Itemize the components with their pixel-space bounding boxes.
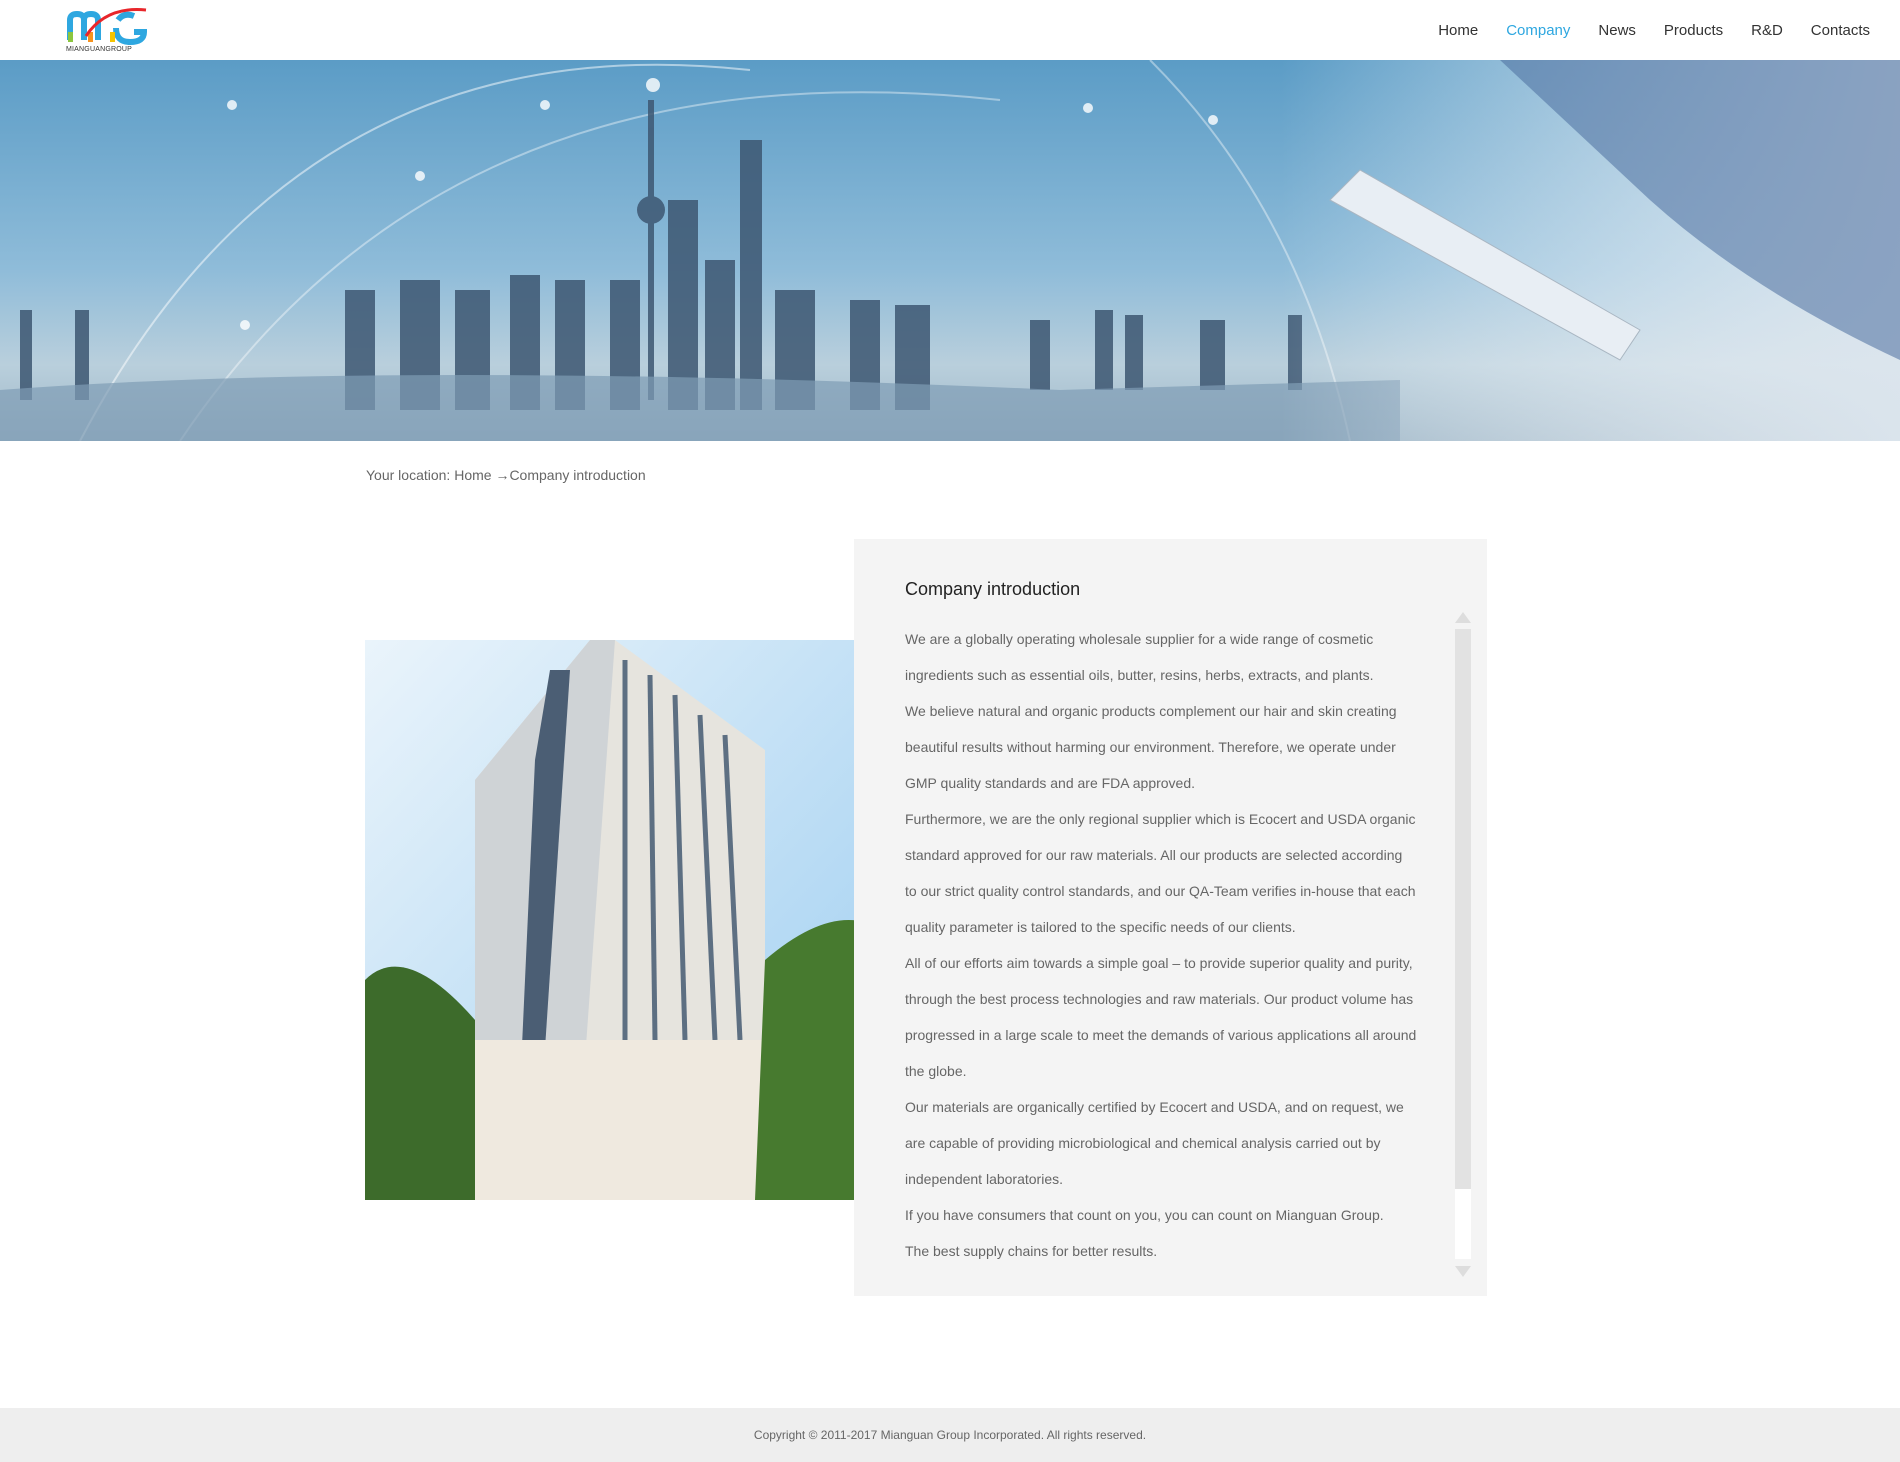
city-skyline-image	[0, 60, 1900, 441]
nav-company[interactable]: Company	[1506, 22, 1570, 39]
intro-line: to our strict quality control standards,…	[905, 883, 1416, 899]
intro-line: the globe.	[905, 1063, 967, 1079]
scrollbar[interactable]	[1455, 629, 1471, 1259]
site-header: MIANGUANGROUP Home Company News Products…	[0, 0, 1900, 60]
intro-text: We are a globally operating wholesale su…	[905, 621, 1445, 1269]
copyright: Copyright © 2011-2017 Mianguan Group Inc…	[753, 1428, 1147, 1442]
company-intro-panel: Company introduction We are a globally o…	[854, 539, 1487, 1296]
scroll-up-icon[interactable]	[1455, 612, 1471, 623]
intro-line: standard approved for our raw materials.…	[905, 847, 1403, 863]
intro-line: If you have consumers that count on you,…	[905, 1207, 1384, 1223]
intro-line: progressed in a large scale to meet the …	[905, 1027, 1417, 1043]
scroll-down-icon[interactable]	[1455, 1266, 1471, 1277]
nav-home[interactable]: Home	[1438, 22, 1478, 39]
nav-products[interactable]: Products	[1664, 22, 1723, 39]
site-footer: Copyright © 2011-2017 Mianguan Group Inc…	[0, 1408, 1900, 1462]
intro-line: are capable of providing microbiological…	[905, 1135, 1381, 1151]
logo-text: MIANGUANGROUP	[66, 46, 132, 53]
intro-line: All of our efforts aim towards a simple …	[905, 955, 1413, 971]
nav-contacts[interactable]: Contacts	[1811, 22, 1870, 39]
intro-line: beautiful results without harming our en…	[905, 739, 1396, 755]
nav-rd[interactable]: R&D	[1751, 22, 1783, 39]
intro-line: We believe natural and organic products …	[905, 703, 1397, 719]
logo[interactable]: MIANGUANGROUP	[66, 6, 150, 56]
intro-line: GMP quality standards and are FDA approv…	[905, 775, 1196, 791]
company-building-photo	[365, 640, 883, 1200]
logo-mark-icon	[67, 8, 148, 46]
breadcrumb: Your location: Home →Company introductio…	[366, 467, 646, 483]
scrollbar-thumb[interactable]	[1455, 629, 1471, 1189]
intro-line: quality parameter is tailored to the spe…	[905, 919, 1296, 935]
nav-news[interactable]: News	[1598, 22, 1636, 39]
intro-line: Furthermore, we are the only regional su…	[905, 811, 1416, 827]
intro-line: ingredients such as essential oils, butt…	[905, 667, 1374, 683]
intro-line: through the best process technologies an…	[905, 991, 1414, 1007]
intro-line: The best supply chains for better result…	[905, 1243, 1158, 1259]
intro-line: independent laboratories.	[905, 1171, 1064, 1187]
hero-banner	[0, 60, 1900, 441]
intro-line: Our materials are organically certified …	[905, 1099, 1404, 1115]
intro-line: We are a globally operating wholesale su…	[905, 631, 1374, 647]
panel-title: Company introduction	[905, 579, 1081, 599]
main-nav: Home Company News Products R&D Contacts	[1410, 0, 1870, 60]
